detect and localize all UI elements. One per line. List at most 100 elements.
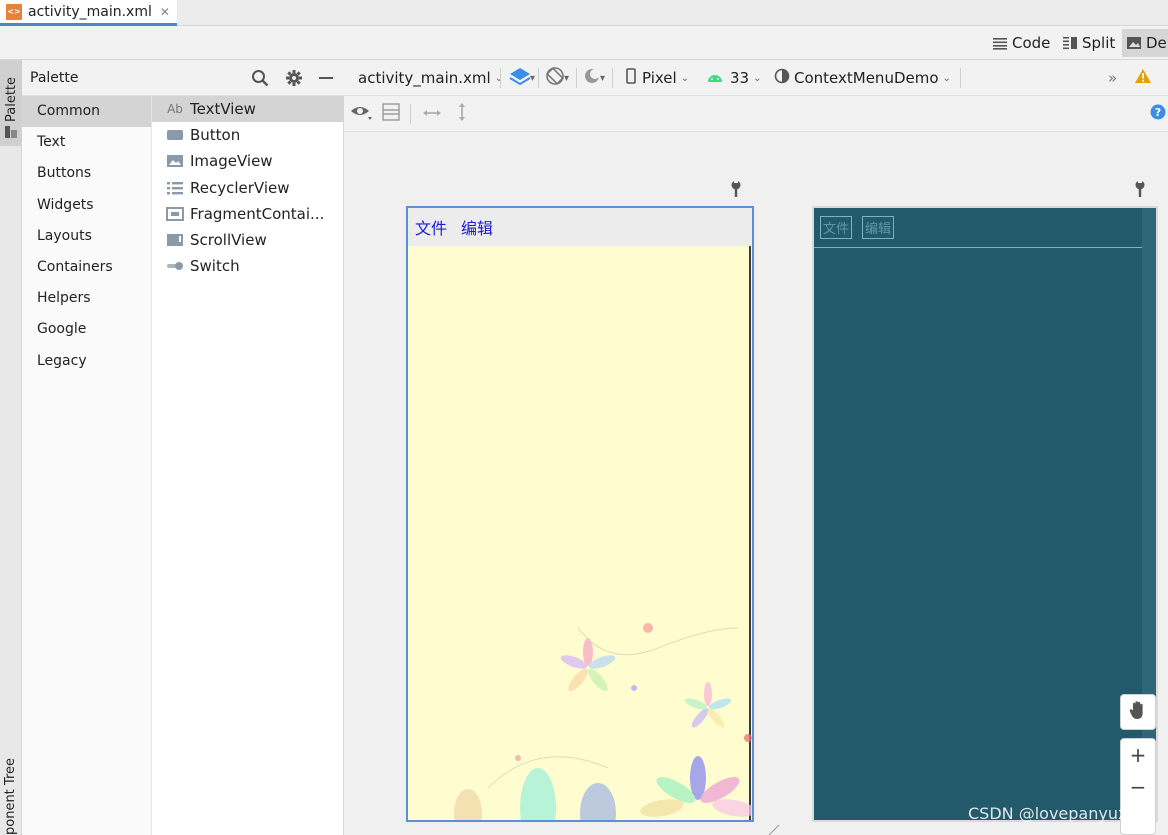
palette-side-tab[interactable]: Palette — [0, 60, 22, 146]
tab-activity-main[interactable]: <> activity_main.xml ✕ — [0, 0, 177, 26]
layout-grid-icon — [382, 103, 400, 125]
menu-item-edit[interactable]: 编辑 — [461, 215, 493, 239]
more-actions-button[interactable]: » — [1108, 60, 1117, 96]
overflow-icon: » — [1108, 69, 1118, 87]
flower-background-image — [454, 623, 752, 820]
android-studio-layout-editor: <> activity_main.xml ✕ Code Split De Pal… — [0, 0, 1168, 835]
layout-file-label: activity_main.xml — [358, 69, 491, 87]
palette-categories: Common Text Buttons Widgets Layouts Cont… — [22, 96, 152, 835]
layers-button[interactable]: ▾ — [508, 60, 535, 96]
device-dropdown[interactable]: Pixel ⌄ — [626, 60, 689, 96]
button-icon — [166, 128, 184, 142]
svg-text:?: ? — [1155, 106, 1161, 119]
zoom-in-button[interactable]: + — [1130, 739, 1147, 771]
widget-switch[interactable]: Switch — [152, 253, 344, 279]
design-label: De — [1146, 34, 1167, 52]
code-lines-icon — [992, 36, 1008, 50]
help-button[interactable]: ? — [1150, 96, 1166, 132]
palette-panel: Palette Common Text Buttons Widgets Layo… — [22, 60, 344, 835]
category-helpers[interactable]: Helpers — [22, 283, 151, 314]
horizontal-resize-button[interactable] — [422, 96, 442, 132]
category-google[interactable]: Google — [22, 314, 151, 345]
close-icon[interactable]: ✕ — [160, 5, 170, 19]
widget-recyclerview[interactable]: RecyclerView — [152, 175, 344, 201]
design-preview[interactable]: 文件 编辑 — [406, 206, 754, 822]
design-toolbar: activity_main.xml ⌄ ▾ ▾ ▾ Pixel ⌄ 33 ⌄ Cont… — [344, 60, 1168, 96]
scrollview-icon — [166, 233, 184, 247]
pin-icon[interactable] — [730, 180, 742, 197]
toolbar-divider — [960, 68, 961, 88]
widget-textview[interactable]: Ab TextView — [152, 96, 344, 123]
chevron-down-icon: ▾ — [530, 72, 536, 84]
toolbar-divider — [410, 104, 411, 124]
rotate-icon — [544, 65, 566, 91]
category-legacy[interactable]: Legacy — [22, 346, 151, 377]
blueprint-menu-item-file[interactable]: 文件 — [820, 216, 853, 239]
chevron-down-icon: ▾ — [564, 72, 570, 84]
api-dropdown[interactable]: 33 ⌄ — [706, 60, 761, 96]
zoom-out-button[interactable]: − — [1130, 771, 1147, 803]
component-tree-side-label[interactable]: ponent Tree — [3, 758, 18, 835]
pin-icon[interactable] — [1134, 180, 1146, 197]
widget-label: ScrollView — [190, 231, 267, 250]
menu-item-file[interactable]: 文件 — [415, 215, 447, 239]
blueprint-menu-bar: 文件 编辑 — [814, 208, 1156, 248]
horizontal-arrows-icon — [422, 105, 442, 123]
split-label: Split — [1082, 34, 1116, 52]
gear-icon[interactable] — [284, 68, 304, 88]
orientation-button[interactable]: ▾ — [544, 60, 569, 96]
pan-button[interactable] — [1120, 694, 1156, 730]
eye-icon — [350, 103, 372, 125]
widget-button[interactable]: Button — [152, 122, 344, 148]
widget-fragmentcontainer[interactable]: FragmentContai... — [152, 201, 344, 227]
minimize-icon[interactable] — [316, 68, 336, 88]
layers-icon — [508, 65, 532, 91]
hand-icon — [1129, 700, 1147, 725]
chevron-down-icon: ▾ — [600, 72, 606, 84]
category-text[interactable]: Text — [22, 127, 151, 158]
blueprint-menu-item-edit[interactable]: 编辑 — [862, 216, 895, 239]
palette-header: Palette — [22, 60, 344, 96]
code-mode-button[interactable]: Code — [992, 29, 1050, 57]
design-canvas[interactable]: 文件 编辑 文件 编辑 + − — [344, 132, 1168, 835]
preview-menu-bar: 文件 编辑 — [408, 208, 752, 246]
palette-title: Palette — [30, 70, 79, 86]
device-label: Pixel — [642, 69, 677, 87]
watermark-text: CSDN @lovepanyuxiao — [968, 804, 1152, 823]
widget-scrollview[interactable]: ScrollView — [152, 227, 344, 253]
category-buttons[interactable]: Buttons — [22, 158, 151, 189]
search-icon[interactable] — [250, 68, 270, 88]
layout-file-dropdown[interactable]: activity_main.xml ⌄ — [358, 60, 503, 96]
phone-icon — [626, 68, 636, 88]
view-options-button[interactable] — [350, 96, 372, 132]
widget-label: Button — [190, 126, 241, 145]
theme-dropdown[interactable]: ContextMenuDemo ⌄ — [774, 60, 951, 96]
design-image-icon — [1126, 36, 1142, 50]
theme-label: ContextMenuDemo — [794, 69, 939, 87]
category-containers[interactable]: Containers — [22, 252, 151, 283]
blueprint-toggle-button[interactable] — [382, 96, 400, 132]
vertical-arrows-icon — [456, 102, 468, 126]
widget-imageview[interactable]: ImageView — [152, 148, 344, 174]
widget-label: FragmentContai... — [190, 204, 325, 223]
warning-button[interactable] — [1134, 60, 1152, 96]
image-icon — [166, 154, 184, 168]
vertical-resize-button[interactable] — [456, 96, 468, 132]
palette-small-icon — [5, 126, 17, 142]
widget-label: Switch — [190, 257, 240, 276]
api-label: 33 — [730, 69, 750, 87]
editor-tab-bar: <> activity_main.xml ✕ — [0, 0, 1168, 26]
category-common[interactable]: Common — [22, 96, 151, 128]
xml-file-icon: <> — [6, 3, 22, 20]
palette-side-label: Palette — [4, 76, 19, 122]
android-icon — [706, 69, 724, 87]
resize-handle-icon[interactable] — [768, 824, 780, 835]
palette-widgets: Ab TextView Button ImageView RecyclerVie… — [152, 96, 344, 279]
category-widgets[interactable]: Widgets — [22, 190, 151, 221]
night-mode-button[interactable]: ▾ — [582, 60, 605, 96]
blueprint-preview[interactable]: 文件 编辑 — [812, 206, 1158, 822]
split-mode-button[interactable]: Split — [1062, 29, 1115, 57]
help-icon: ? — [1150, 104, 1166, 124]
category-layouts[interactable]: Layouts — [22, 221, 151, 252]
design-mode-button[interactable]: De — [1122, 29, 1168, 57]
